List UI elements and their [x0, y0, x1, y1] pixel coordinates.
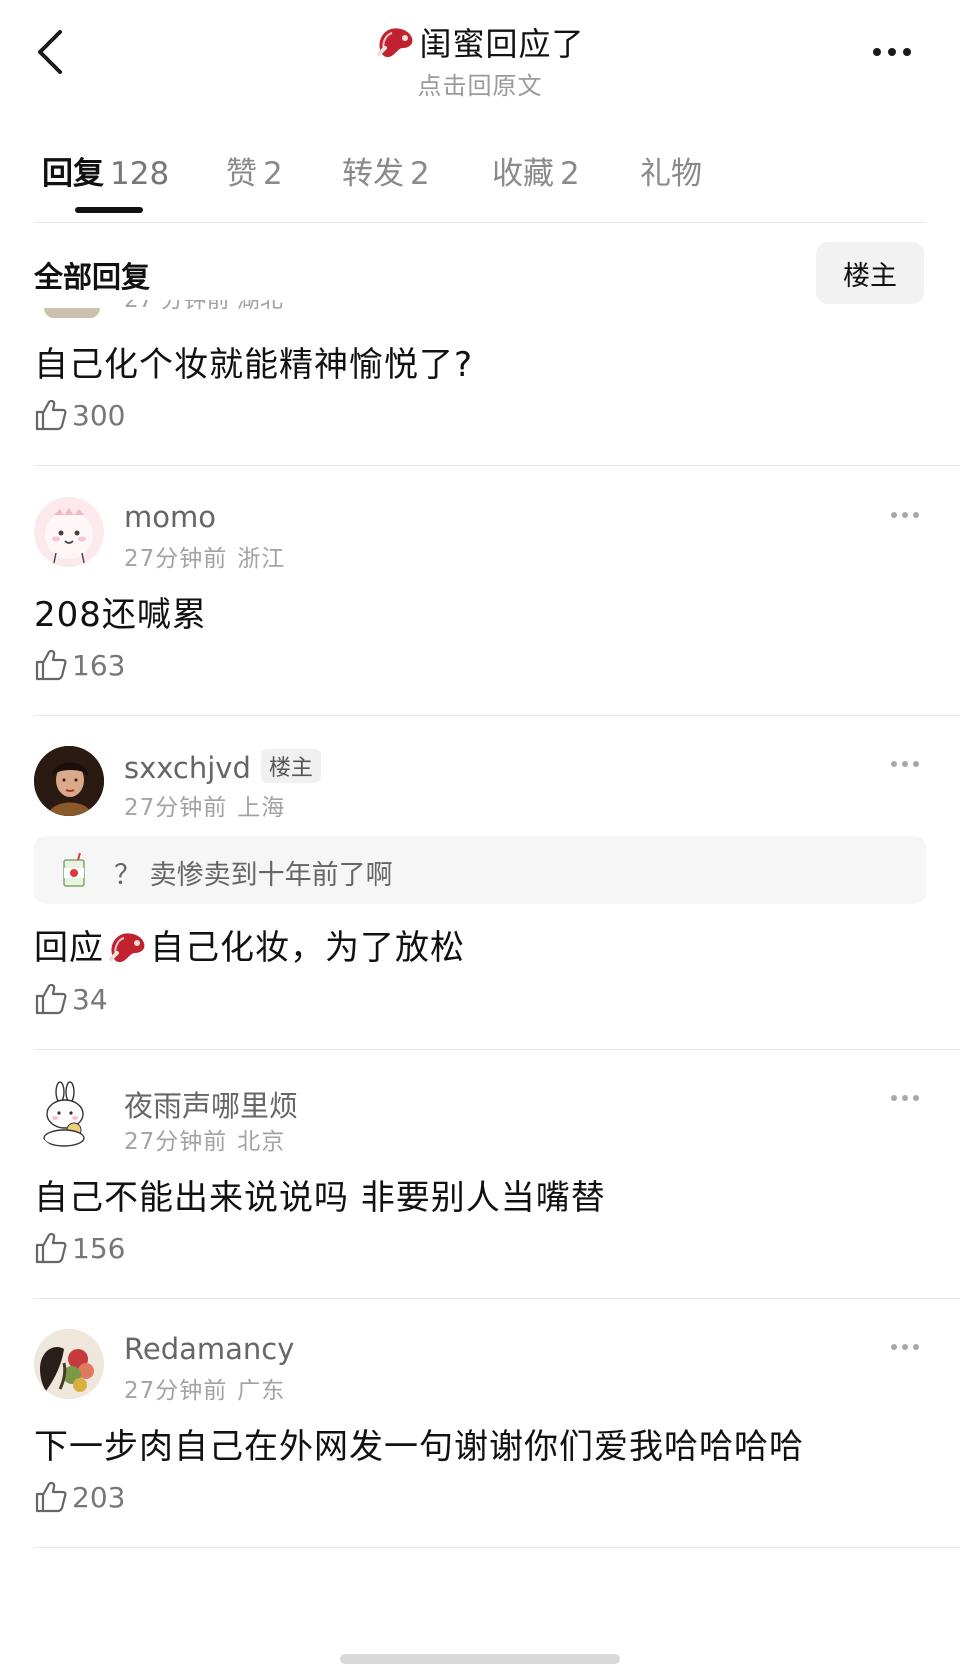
page-title: 闺蜜回应了 [419, 25, 585, 63]
username[interactable]: sxxchjvd 楼主 [124, 749, 321, 785]
comment-more-button[interactable] [880, 1337, 930, 1357]
tab-replies[interactable]: 回复 128 [42, 148, 169, 193]
comment-text: 自己不能出来说说吗 非要别人当嘴替 [34, 1178, 606, 1218]
tab-label: 礼物 [640, 156, 702, 192]
tab-likes[interactable]: 赞2 [226, 148, 283, 193]
comment-text: 208还喊累 [34, 595, 207, 635]
top-bar: 闺蜜回应了 点击回原文 [0, 0, 960, 110]
comment-time: 27分钟前 [124, 1378, 228, 1404]
tab-bar: 回复 128 赞2 转发 2 收藏 2 礼物 [0, 138, 960, 220]
tab-label: 收藏 [492, 156, 554, 192]
comment-text: 回应 自己化妆，为了放松 [34, 928, 465, 968]
comment-meta: 27 分钟前 湖北 [124, 300, 283, 313]
back-button[interactable] [22, 24, 78, 80]
avatar[interactable] [34, 1080, 104, 1150]
tab-count: 2 [560, 156, 580, 192]
tab-label: 赞 [226, 156, 257, 192]
comment-time: 27分钟前 [124, 1129, 228, 1155]
all-replies-label: 全部回复 [34, 260, 151, 294]
like-count: 203 [72, 1480, 126, 1514]
comment-divider [34, 715, 960, 716]
avatar[interactable] [44, 308, 100, 318]
comment-time: 27分钟前 [124, 795, 228, 821]
chevron-left-icon [38, 30, 62, 74]
avatar[interactable] [34, 746, 104, 816]
tab-label: 转发 [342, 156, 404, 192]
quoted-text: ？ 卖惨卖到十年前了啊 [114, 860, 393, 891]
quoted-reply[interactable]: ？ 卖惨卖到十年前了啊 [34, 836, 926, 904]
username[interactable]: 夜雨声哪里烦 [124, 1083, 298, 1125]
comment-more-button[interactable] [880, 505, 930, 525]
comment-meta: 27分钟前 上海 [124, 788, 285, 822]
more-options-button[interactable] [852, 28, 932, 76]
avatar[interactable] [34, 1329, 104, 1399]
active-tab-indicator [75, 207, 143, 213]
comment-more-button[interactable] [880, 1088, 930, 1108]
tab-count: 2 [410, 156, 430, 192]
tab-favorites[interactable]: 收藏 2 [492, 148, 580, 193]
op-badge: 楼主 [260, 749, 321, 783]
tab-count: 128 [110, 156, 170, 192]
like-button[interactable]: 300 [34, 398, 125, 432]
tabs-divider [34, 222, 926, 223]
comment-divider [34, 1298, 960, 1299]
thumbs-up-icon [35, 1481, 67, 1513]
like-count: 300 [72, 398, 126, 432]
comment-more-button[interactable] [880, 754, 930, 774]
comment-location: 北京 [237, 1129, 286, 1155]
steak-emoji-icon [377, 28, 413, 58]
steak-emoji-icon [109, 933, 145, 963]
tab-gifts[interactable]: 礼物 [640, 148, 702, 193]
comment-location: 浙江 [237, 546, 286, 572]
avatar[interactable] [34, 497, 104, 567]
comment-divider [34, 465, 960, 466]
tab-count: 2 [263, 156, 283, 192]
comment-divider [34, 1049, 960, 1050]
comment-location: 上海 [237, 795, 286, 821]
like-count: 163 [72, 648, 126, 682]
home-indicator [340, 1654, 620, 1664]
tab-label: 回复 [42, 156, 104, 192]
comment-meta: 27分钟前 北京 [124, 1122, 285, 1156]
like-button[interactable]: 163 [34, 648, 125, 682]
username[interactable]: Redamancy [124, 1332, 294, 1366]
op-only-filter-button[interactable]: 楼主 [816, 242, 924, 304]
like-count: 34 [72, 982, 108, 1016]
comment-location: 广东 [237, 1378, 286, 1404]
like-count: 156 [72, 1231, 126, 1265]
thumbs-up-icon [35, 649, 67, 681]
app-screen: 闺蜜回应了 点击回原文 回复 128 赞2 转发 2 收藏 2 礼物 全部回复 楼主 [0, 0, 960, 1670]
comment-text: 下一步肉自己在外网发一句谢谢你们爱我哈哈哈哈 [34, 1427, 804, 1467]
username[interactable]: momo [124, 500, 216, 534]
view-original-link[interactable]: 点击回原文 [330, 66, 630, 101]
title-area[interactable]: 闺蜜回应了 点击回原文 [330, 18, 630, 101]
juice-box-emoji-icon [63, 852, 85, 887]
like-button[interactable]: 203 [34, 1480, 125, 1514]
more-dot-icon [888, 48, 896, 56]
thumbs-up-icon [35, 983, 67, 1015]
comment-meta: 27分钟前 广东 [124, 1371, 285, 1405]
comment-divider [34, 1547, 960, 1548]
more-dot-icon [903, 48, 911, 56]
comment-time: 27分钟前 [124, 546, 228, 572]
more-dot-icon [873, 48, 881, 56]
tab-reposts[interactable]: 转发 2 [342, 148, 430, 193]
comment-meta: 27分钟前 浙江 [124, 539, 285, 573]
like-button[interactable]: 34 [34, 982, 108, 1016]
thumbs-up-icon [35, 1232, 67, 1264]
like-button[interactable]: 156 [34, 1231, 125, 1265]
thumbs-up-icon [35, 399, 67, 431]
comment-text: 自己化个妆就能精神愉悦了? [34, 345, 474, 385]
